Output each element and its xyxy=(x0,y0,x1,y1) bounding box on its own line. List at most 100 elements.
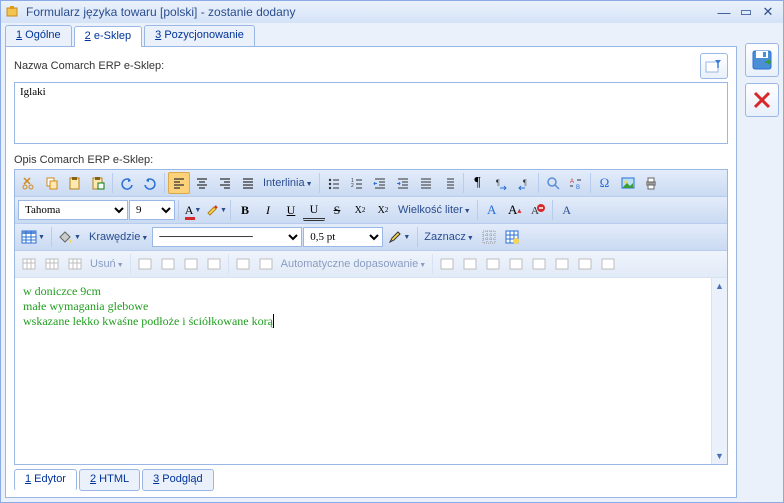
paste-special-icon[interactable] xyxy=(87,172,109,194)
toolbar-row-4: Usuń▼ Automatyczne dopasowanie▼ xyxy=(15,251,727,278)
font-name-select[interactable]: Tahoma xyxy=(18,200,128,220)
svg-text:B: B xyxy=(576,185,580,190)
tab-podglad[interactable]: 3 Podgląd xyxy=(142,469,214,491)
select-dropdown[interactable]: Zaznacz▼ xyxy=(421,231,477,243)
find-icon[interactable] xyxy=(542,172,564,194)
replace-icon[interactable]: AB xyxy=(565,172,587,194)
indent-decrease-icon[interactable] xyxy=(369,172,391,194)
highlight-icon[interactable]: ▼ xyxy=(205,199,227,221)
font-grow-icon[interactable]: A▴ xyxy=(504,199,526,221)
svg-text:¶: ¶ xyxy=(496,178,500,187)
tbl-btn-16[interactable] xyxy=(574,253,596,275)
clear-format-icon[interactable]: A xyxy=(527,199,549,221)
align-right-icon[interactable] xyxy=(214,172,236,194)
tbl-btn-6[interactable] xyxy=(180,253,202,275)
subscript-icon[interactable]: X2 xyxy=(349,199,371,221)
double-underline-icon[interactable]: U xyxy=(303,199,325,221)
tbl-btn-2[interactable] xyxy=(41,253,63,275)
tab-ogolne[interactable]: 1 Ogólne xyxy=(5,25,72,46)
style-a-icon[interactable]: A xyxy=(556,199,578,221)
app-icon xyxy=(5,4,21,20)
redo-icon[interactable] xyxy=(139,172,161,194)
indent-icon[interactable] xyxy=(438,172,460,194)
bold-icon[interactable]: B xyxy=(234,199,256,221)
pilcrow-icon[interactable]: ¶ xyxy=(467,172,489,194)
titlebar: Formularz języka towaru [polski] - zosta… xyxy=(1,1,783,23)
window-title: Formularz języka towaru [polski] - zosta… xyxy=(26,5,295,19)
name-input[interactable]: Iglaki xyxy=(14,82,728,144)
maximize-button[interactable]: ▭ xyxy=(735,3,757,21)
paste-icon[interactable] xyxy=(64,172,86,194)
toolbar-row-1: Interlinia▼ 12 ¶ ¶ ¶ AB xyxy=(15,170,727,197)
strikethrough-icon[interactable]: S xyxy=(326,199,348,221)
tbl-btn-17[interactable] xyxy=(597,253,619,275)
tbl-btn-4[interactable] xyxy=(134,253,156,275)
svg-text:2: 2 xyxy=(351,183,354,189)
cancel-button[interactable] xyxy=(745,83,779,117)
tbl-btn-3[interactable] xyxy=(64,253,86,275)
print-icon[interactable] xyxy=(640,172,662,194)
list-bullets-icon[interactable] xyxy=(323,172,345,194)
tbl-btn-12[interactable] xyxy=(482,253,504,275)
tab-html[interactable]: 2 HTML xyxy=(79,469,140,491)
tbl-btn-9[interactable] xyxy=(255,253,277,275)
table-props-icon[interactable] xyxy=(501,226,523,248)
tab-pozycjonowanie[interactable]: 3 Pozycjonowanie xyxy=(144,25,255,46)
rich-editor: Interlinia▼ 12 ¶ ¶ ¶ AB xyxy=(14,169,728,465)
tab-edytor[interactable]: 1 Edytor xyxy=(14,469,77,491)
tbl-btn-7[interactable] xyxy=(203,253,225,275)
svg-text:¶: ¶ xyxy=(523,178,527,187)
tbl-btn-5[interactable] xyxy=(157,253,179,275)
text-case-dropdown[interactable]: Wielkość liter▼ xyxy=(395,204,474,216)
tbl-btn-1[interactable] xyxy=(18,253,40,275)
rtl-icon[interactable]: ¶ xyxy=(513,172,535,194)
toolbar-row-2: Tahoma 9 A▼ ▼ B I U U S X2 X2 Wielkość l… xyxy=(15,197,727,224)
ltr-icon[interactable]: ¶ xyxy=(490,172,512,194)
tbl-btn-15[interactable] xyxy=(551,253,573,275)
editor-content[interactable]: w doniczce 9cm małe wymagania glebowe ws… xyxy=(15,278,711,464)
editor-line: wskazane lekko kwaśne podłoże i ściółkow… xyxy=(23,314,703,329)
close-window-button[interactable]: ✕ xyxy=(757,3,779,21)
fill-color-icon[interactable]: ▼ xyxy=(55,226,85,248)
italic-icon[interactable]: I xyxy=(257,199,279,221)
font-style-a-icon[interactable]: A xyxy=(481,199,503,221)
editor-scrollbar[interactable]: ▲ ▼ xyxy=(711,278,727,464)
minimize-button[interactable]: — xyxy=(713,3,735,21)
underline-icon[interactable]: U xyxy=(280,199,302,221)
cut-icon[interactable] xyxy=(18,172,40,194)
scroll-down-icon[interactable]: ▼ xyxy=(712,448,727,464)
symbol-icon[interactable]: Ω xyxy=(594,172,616,194)
tbl-btn-13[interactable] xyxy=(505,253,527,275)
undo-icon[interactable] xyxy=(116,172,138,194)
svg-text:A: A xyxy=(570,179,574,185)
font-size-select[interactable]: 9 xyxy=(129,200,175,220)
pen-color-icon[interactable]: ▼ xyxy=(384,226,414,248)
tbl-btn-11[interactable] xyxy=(459,253,481,275)
outdent-icon[interactable] xyxy=(415,172,437,194)
tbl-btn-10[interactable] xyxy=(436,253,458,275)
align-justify-icon[interactable] xyxy=(237,172,259,194)
grid-icon[interactable] xyxy=(478,226,500,248)
tab-esklep[interactable]: 2 e-Sklep xyxy=(74,26,142,47)
app-window: Formularz języka towaru [polski] - zosta… xyxy=(0,0,784,503)
align-left-icon[interactable] xyxy=(168,172,190,194)
image-icon[interactable] xyxy=(617,172,639,194)
indent-increase-icon[interactable] xyxy=(392,172,414,194)
list-numbered-icon[interactable]: 12 xyxy=(346,172,368,194)
autofit-dropdown[interactable]: Automatyczne dopasowanie▼ xyxy=(278,258,430,270)
superscript-icon[interactable]: X2 xyxy=(372,199,394,221)
align-center-icon[interactable] xyxy=(191,172,213,194)
tbl-btn-8[interactable] xyxy=(232,253,254,275)
insert-button[interactable] xyxy=(700,53,728,79)
line-height-dropdown[interactable]: Interlinia▼ xyxy=(260,177,316,189)
borders-dropdown[interactable]: Krawędzie▼ xyxy=(86,231,151,243)
save-button[interactable] xyxy=(745,43,779,77)
font-color-icon[interactable]: A▼ xyxy=(182,199,204,221)
delete-dropdown[interactable]: Usuń▼ xyxy=(87,258,127,270)
border-style-select[interactable]: ──────────── xyxy=(152,227,302,247)
border-weight-select[interactable]: 0,5 pt xyxy=(303,227,383,247)
table-insert-icon[interactable]: ▼ xyxy=(18,226,48,248)
copy-icon[interactable] xyxy=(41,172,63,194)
tbl-btn-14[interactable] xyxy=(528,253,550,275)
scroll-up-icon[interactable]: ▲ xyxy=(712,278,727,294)
